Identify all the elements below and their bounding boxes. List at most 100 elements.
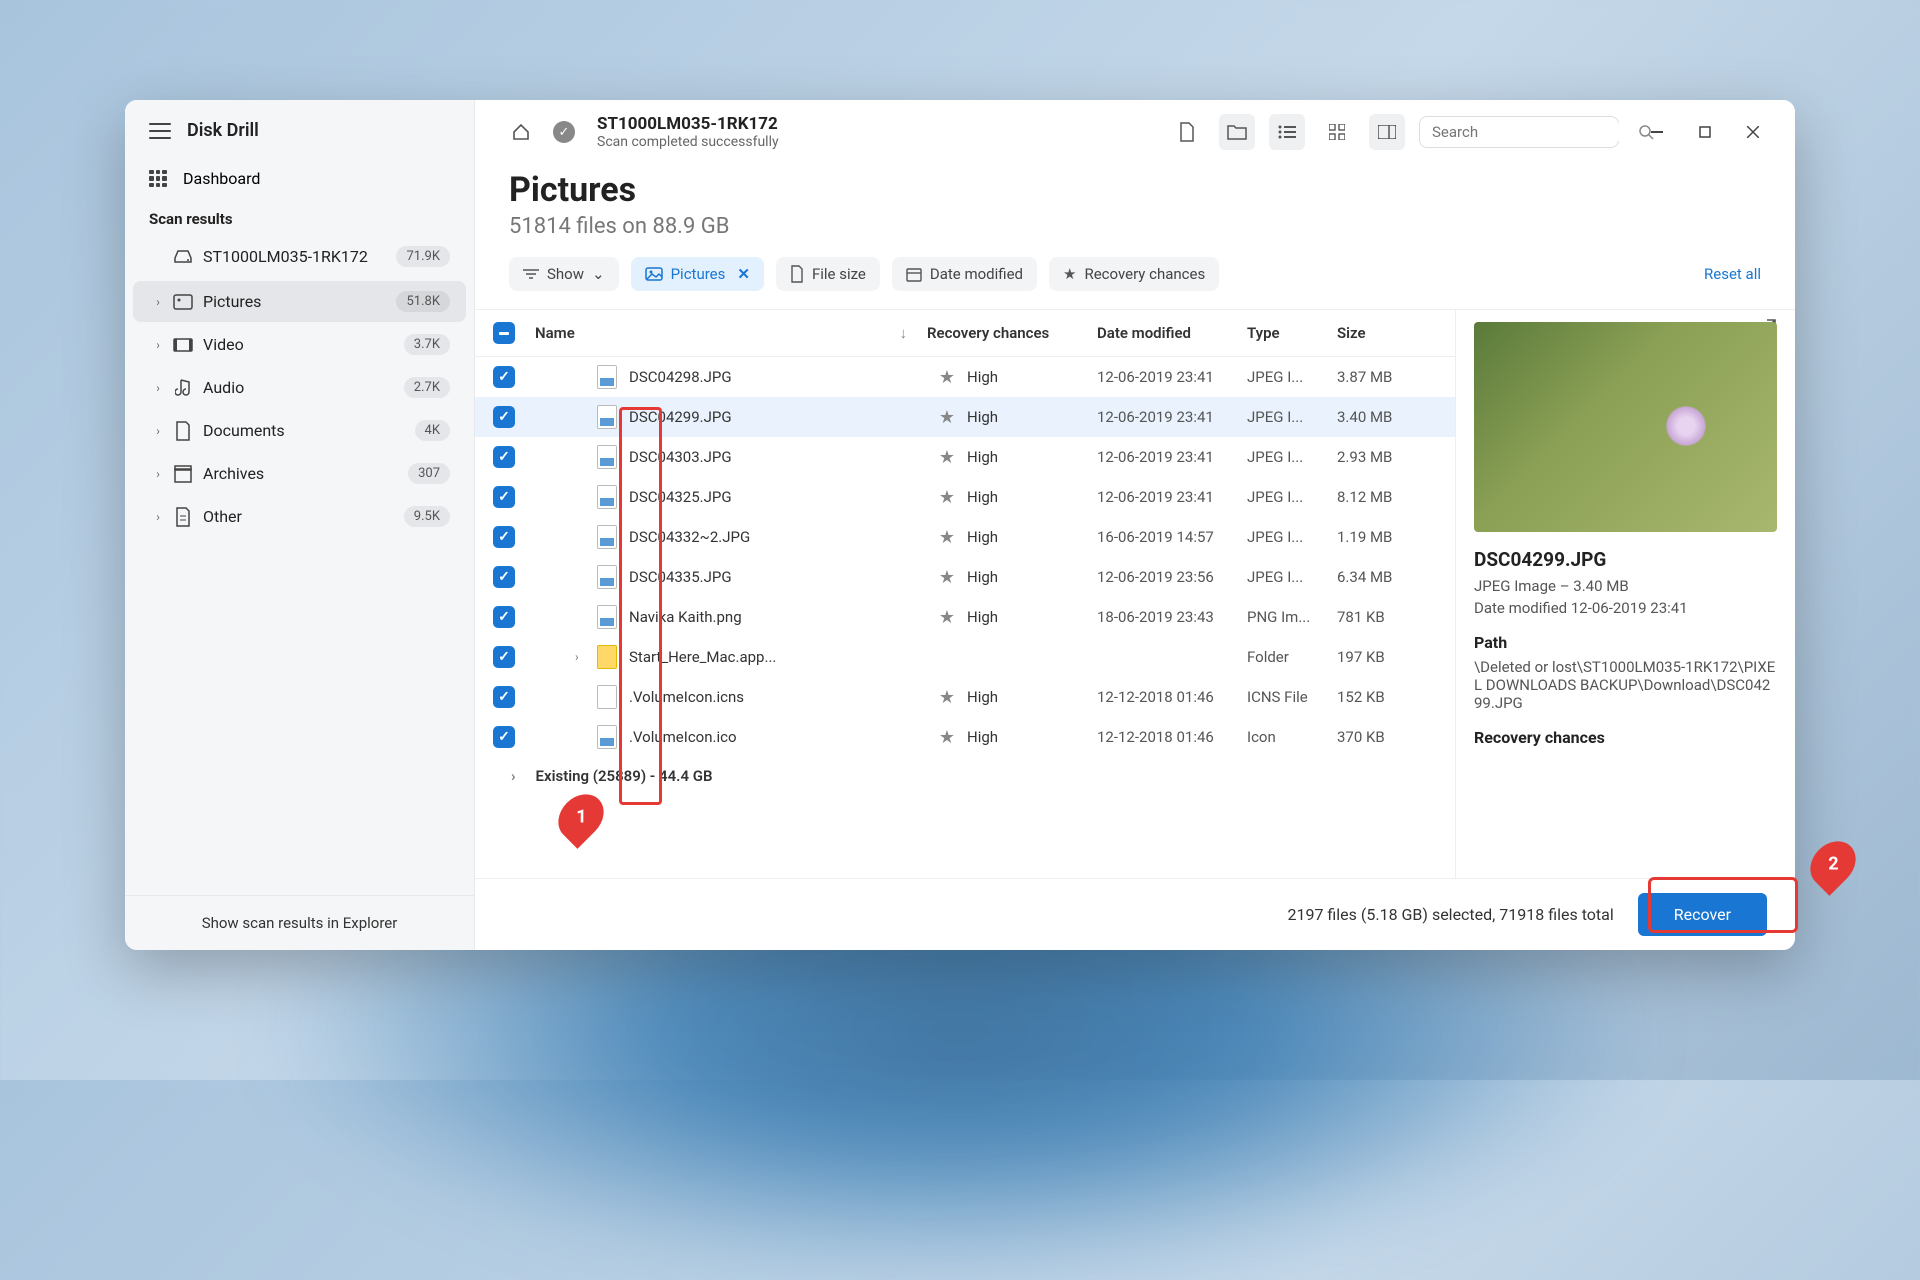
nav-dashboard[interactable]: Dashboard [125,157,474,200]
table-row[interactable]: › Start_Here_Mac.app... ★ Folder 197 KB [475,637,1455,677]
select-all-checkbox[interactable] [493,322,515,344]
show-in-explorer-link[interactable]: Show scan results in Explorer [125,895,474,950]
recovery-chance: High [967,688,1097,706]
row-checkbox[interactable] [493,686,515,708]
image-icon [645,267,663,281]
file-size: 370 KB [1337,728,1437,746]
sidebar-item-label: Pictures [203,292,386,311]
file-type: JPEG I... [1247,448,1337,466]
filter-show[interactable]: Show ⌄ [509,257,619,291]
star-icon: ★ [939,727,955,748]
recovery-chance: High [967,488,1097,506]
filter-filesize[interactable]: File size [776,257,880,291]
file-size: 197 KB [1337,648,1437,666]
file-type: JPEG I... [1247,488,1337,506]
col-name[interactable]: Name↓ [527,324,927,342]
row-checkbox[interactable] [493,566,515,588]
row-checkbox[interactable] [493,526,515,548]
date-modified: 12-06-2019 23:41 [1097,488,1247,506]
date-modified: 12-06-2019 23:56 [1097,568,1247,586]
preview-panel: DSC04299.JPG JPEG Image – 3.40 MB Date m… [1455,310,1795,878]
table-row[interactable]: DSC04298.JPG ★High 12-06-2019 23:41 JPEG… [475,357,1455,397]
file-type: PNG Im... [1247,608,1337,626]
row-checkbox[interactable] [493,726,515,748]
sidebar-item-other[interactable]: › Other 9.5K [133,496,466,537]
file-size: 3.40 MB [1337,408,1437,426]
sidebar-item-pictures[interactable]: › Pictures 51.8K [133,281,466,322]
recovery-chance: High [967,448,1097,466]
search-box[interactable] [1419,116,1619,148]
file-icon[interactable] [1169,114,1205,150]
filter-datemod[interactable]: Date modified [892,257,1037,291]
filter-bar: Show ⌄ Pictures ✕ File size Date modifie… [475,257,1795,309]
file-icon [597,725,617,749]
col-type[interactable]: Type [1247,324,1337,342]
file-type: JPEG I... [1247,568,1337,586]
file-type: JPEG I... [1247,368,1337,386]
star-icon: ★ [939,527,955,548]
file-icon [597,565,617,589]
reset-all-link[interactable]: Reset all [1704,265,1761,283]
row-checkbox[interactable] [493,646,515,668]
row-checkbox[interactable] [493,486,515,508]
sidebar-item-audio[interactable]: › Audio 2.7K [133,367,466,408]
table-row[interactable]: DSC04332~2.JPG ★High 16-06-2019 14:57 JP… [475,517,1455,557]
sidebar-item-badge: 4K [415,420,450,441]
table-row[interactable]: Navika Kaith.png ★High 18-06-2019 23:43 … [475,597,1455,637]
star-icon: ★ [939,607,955,628]
star-icon: ★ [939,367,955,388]
sidebar-item-archives[interactable]: › Archives 307 [133,453,466,494]
clear-filter-icon[interactable]: ✕ [737,265,750,283]
sidebar-item-documents[interactable]: › Documents 4K [133,410,466,451]
file-name: DSC04325.JPG [629,488,939,506]
col-date[interactable]: Date modified [1097,324,1247,342]
page-title: Pictures [509,170,1761,210]
existing-summary[interactable]: › Existing (25889) - 44.4 GB [475,757,1455,795]
search-input[interactable] [1432,123,1631,141]
file-name: DSC04299.JPG [629,408,939,426]
table-row[interactable]: .VolumeIcon.icns ★High 12-12-2018 01:46 … [475,677,1455,717]
star-icon: ★ [939,447,955,468]
file-size: 152 KB [1337,688,1437,706]
file-type: ICNS File [1247,688,1337,706]
date-modified: 12-12-2018 01:46 [1097,728,1247,746]
folder-icon[interactable] [1219,114,1255,150]
minimize-button[interactable] [1643,118,1671,146]
table-row[interactable]: .VolumeIcon.ico ★High 12-12-2018 01:46 I… [475,717,1455,757]
row-checkbox[interactable] [493,406,515,428]
home-icon[interactable] [503,114,539,150]
dashboard-icon [149,170,167,188]
table-row[interactable]: DSC04325.JPG ★High 12-06-2019 23:41 JPEG… [475,477,1455,517]
hamburger-menu-icon[interactable] [149,123,171,139]
chevron-right-icon[interactable]: › [575,650,591,664]
row-checkbox[interactable] [493,606,515,628]
grid-view-icon[interactable] [1319,114,1355,150]
sidebar-item-badge: 51.8K [396,291,450,312]
calendar-icon [906,266,922,282]
close-button[interactable] [1739,118,1767,146]
col-size[interactable]: Size [1337,324,1437,342]
date-modified: 16-06-2019 14:57 [1097,528,1247,546]
page-subtitle: 51814 files on 88.9 GB [509,214,1761,239]
file-icon [597,525,617,549]
table-row[interactable]: DSC04303.JPG ★High 12-06-2019 23:41 JPEG… [475,437,1455,477]
nav-drive[interactable]: ST1000LM035-1RK172 71.9K [133,236,466,277]
table-row[interactable]: DSC04335.JPG ★High 12-06-2019 23:56 JPEG… [475,557,1455,597]
sidebar-item-video[interactable]: › Video 3.7K [133,324,466,365]
file-type: JPEG I... [1247,528,1337,546]
filter-pictures[interactable]: Pictures ✕ [631,257,764,291]
sidebar-toggle-icon[interactable] [1369,114,1405,150]
chevron-right-icon: › [153,295,163,309]
maximize-button[interactable] [1691,118,1719,146]
filter-recovery[interactable]: ★ Recovery chances [1049,257,1219,291]
recover-button[interactable]: Recover [1638,893,1767,936]
row-checkbox[interactable] [493,446,515,468]
row-checkbox[interactable] [493,366,515,388]
topbar-drive-status: Scan completed successfully [597,134,779,150]
file-icon [597,685,617,709]
audio-icon [173,378,193,398]
topbar: ✓ ST1000LM035-1RK172 Scan completed succ… [475,100,1795,164]
list-view-icon[interactable] [1269,114,1305,150]
col-recovery[interactable]: Recovery chances [927,324,1097,342]
table-row[interactable]: DSC04299.JPG ★High 12-06-2019 23:41 JPEG… [475,397,1455,437]
